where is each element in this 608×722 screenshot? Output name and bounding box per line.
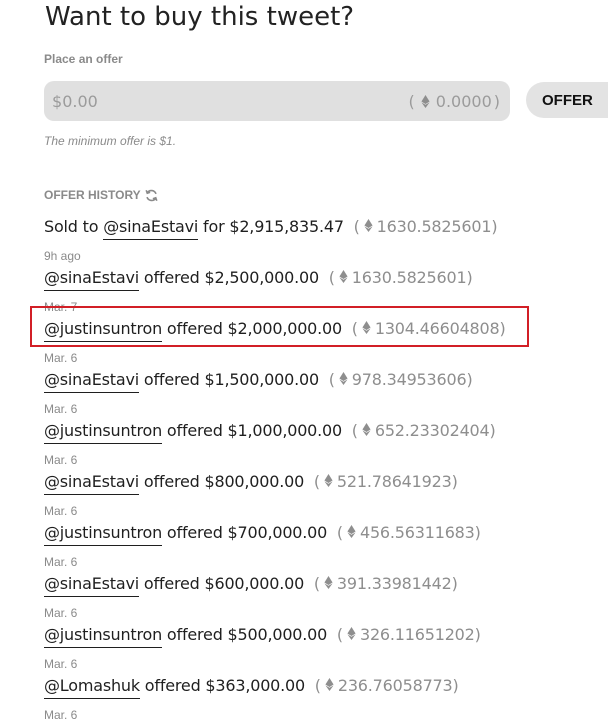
offer-verb: offered [143,268,200,287]
ethereum-icon [324,474,333,487]
offer-user-link[interactable]: @sinaEstavi [44,472,139,495]
offer-user-link[interactable]: @justinsuntron [44,523,162,546]
offer-amount: $1,000,000.00 [227,421,343,440]
ethereum-icon [362,423,371,436]
offer-eth: (391.33981442) [313,574,458,593]
offer-verb: offered [143,370,200,389]
offer-amount-value[interactable]: $0.00 [52,92,98,111]
offer-verb: offered [144,676,201,695]
offer-verb: offered [166,421,223,440]
offer-eth-value: 0.0000 [435,91,492,111]
offer-amount: $800,000.00 [204,472,305,491]
offer-amount: $363,000.00 [205,676,306,695]
page-title: Want to buy this tweet? [45,2,355,32]
offer-user-link[interactable]: @sinaEstavi [44,268,139,291]
offer-user-link[interactable]: @Lomashuk [44,676,140,699]
offer-user-link[interactable]: @justinsuntron [44,421,162,444]
offer-eth-conversion: ( 0.0000) [408,91,500,111]
sold-date: 9h ago [44,249,81,263]
offer-date: Mar. 6 [44,708,78,722]
offer-verb: offered [166,625,223,644]
sold-buyer-link[interactable]: @sinaEstavi [103,217,198,240]
offer-amount: $600,000.00 [204,574,305,593]
offer-amount: $700,000.00 [227,523,328,542]
offer-eth: (652.23302404) [351,421,496,440]
offer-verb: offered [166,523,223,542]
offer-date: Mar. 6 [44,402,78,416]
offer-date: Mar. 6 [44,453,78,467]
place-offer-label: Place an offer [44,52,123,66]
offer-eth: (456.56311683) [336,523,481,542]
offer-date: Mar. 6 [44,351,78,365]
minimum-offer-note: The minimum offer is $1. [44,134,177,148]
offer-user-link[interactable]: @sinaEstavi [44,370,139,393]
offer-verb: offered [143,472,200,491]
sold-eth: (1630.5825601) [353,217,498,236]
offer-eth: (978.34953606) [328,370,473,389]
offer-row: @sinaEstavi offered $2,500,000.00 (1630.… [44,268,473,291]
highlight-box [30,306,529,347]
offer-row: @sinaEstavi offered $600,000.00 (391.339… [44,574,458,597]
offer-eth: (521.78641923) [313,472,458,491]
offer-amount: $1,500,000.00 [204,370,319,389]
sold-prefix: Sold to [44,217,99,236]
offer-eth: (236.76058773) [314,676,459,695]
offer-verb: offered [143,574,200,593]
offer-date: Mar. 6 [44,555,78,569]
sold-verb: for [203,217,225,236]
offer-user-link[interactable]: @sinaEstavi [44,574,139,597]
offer-amount: $2,500,000.00 [204,268,319,287]
offer-row: @sinaEstavi offered $800,000.00 (521.786… [44,472,458,495]
offer-row: @justinsuntron offered $700,000.00 (456.… [44,523,481,546]
offer-date: Mar. 6 [44,606,78,620]
offer-row: @sinaEstavi offered $1,500,000.00 (978.3… [44,370,473,393]
offer-eth: (1630.5825601) [328,268,473,287]
offer-button[interactable]: OFFER [526,82,608,118]
offer-row: @Lomashuk offered $363,000.00 (236.76058… [44,676,459,699]
offer-row: @justinsuntron offered $500,000.00 (326.… [44,625,481,648]
ethereum-icon [324,576,333,589]
ethereum-icon [421,94,430,108]
ethereum-icon [339,372,348,385]
offer-date: Mar. 6 [44,657,78,671]
refresh-icon[interactable] [145,189,158,202]
offer-history-label: OFFER HISTORY [44,188,158,202]
ethereum-icon [325,678,334,691]
offer-eth: (326.11651202) [336,625,481,644]
amount-placeholder: 0.00 [62,91,98,111]
offer-amount-field[interactable]: $0.00 ( 0.0000) [44,81,510,121]
currency-symbol: $ [52,91,63,111]
ethereum-icon [339,270,348,283]
offer-date: Mar. 6 [44,504,78,518]
offer-history-title: OFFER HISTORY [44,188,141,202]
ethereum-icon [364,219,373,232]
offer-amount: $500,000.00 [227,625,328,644]
offer-row: @justinsuntron offered $1,000,000.00 (65… [44,421,496,444]
sold-amount: $2,915,835.47 [229,217,344,236]
offer-user-link[interactable]: @justinsuntron [44,625,162,648]
ethereum-icon [347,627,356,640]
ethereum-icon [347,525,356,538]
sold-row: Sold to @sinaEstavi for $2,915,835.47 (1… [44,217,498,240]
